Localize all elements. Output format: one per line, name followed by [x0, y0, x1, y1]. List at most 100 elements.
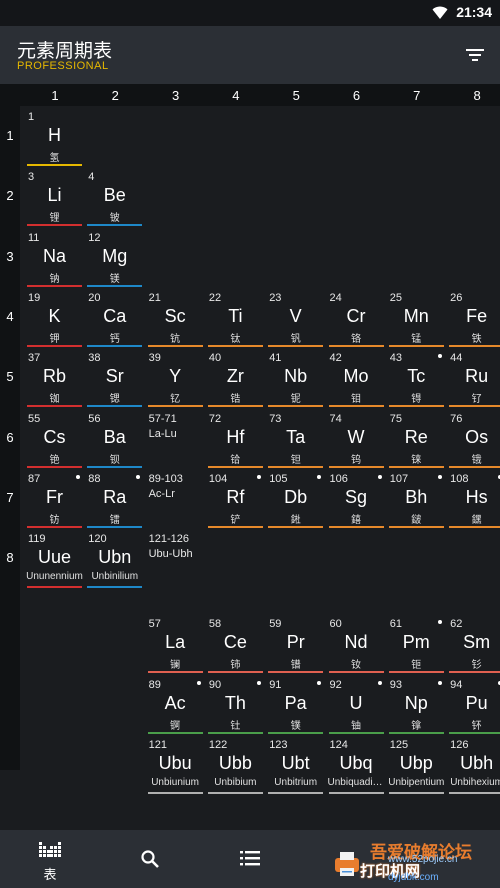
element-cell-cr[interactable]: 24 Cr 铬 — [326, 290, 386, 347]
element-cell-bh[interactable]: 107 Bh 𨨏 — [386, 471, 446, 528]
element-cell-cs[interactable]: 55 Cs 铯 — [25, 411, 84, 468]
element-cell-pm[interactable]: 61 Pm 钷 — [386, 617, 446, 674]
element-cell-u[interactable]: 92 U 铀 — [326, 677, 386, 734]
series-range-cell[interactable]: 89-103 Ac-Lr — [146, 472, 205, 528]
element-cell-hs[interactable]: 108 Hs 𨭆 — [447, 471, 500, 528]
element-cell-nb[interactable]: 41 Nb 铌 — [266, 351, 326, 408]
element-cell-y[interactable]: 39 Y 钇 — [145, 351, 205, 408]
category-bar — [27, 284, 82, 287]
filter-icon[interactable] — [464, 44, 486, 66]
element-cell-hf[interactable]: 72 Hf 铪 — [205, 411, 265, 468]
element-cell-db[interactable]: 105 Db 𨧀 — [266, 471, 326, 528]
element-symbol: Ta — [286, 426, 306, 447]
element-symbol: Rb — [42, 366, 66, 387]
element-cell-sc[interactable]: 21 Sc 钪 — [145, 290, 205, 347]
category-bar — [27, 164, 82, 166]
element-symbol: Cs — [43, 426, 66, 447]
element-cell-ac[interactable]: 89 Ac 锕 — [145, 677, 205, 734]
element-cell-sr[interactable]: 38 Sr 锶 — [85, 351, 145, 408]
element-name: 钷 — [411, 660, 422, 672]
atomic-number: 57 — [148, 618, 161, 631]
element-symbol: Cr — [346, 305, 366, 326]
element-name: 镁 — [109, 273, 120, 285]
element-cell-w[interactable]: 74 W 钨 — [326, 411, 386, 468]
element-cell-ta[interactable]: 73 Ta 钽 — [266, 411, 326, 468]
element-cell-mn[interactable]: 25 Mn 锰 — [386, 290, 446, 347]
element-cell-nd[interactable]: 60 Nd 钕 — [326, 617, 386, 674]
element-cell-ubb[interactable]: 122 Ubb Unbibium — [205, 738, 265, 794]
element-cell-os[interactable]: 76 Os 锇 — [447, 411, 500, 468]
element-cell-fr[interactable]: 87 Fr 钫 — [25, 471, 84, 528]
element-cell-ubh[interactable]: 126 Ubh Unbihexium — [447, 738, 500, 794]
element-symbol: Db — [284, 486, 308, 507]
element-cell-ubp[interactable]: 125 Ubp Unbipentium — [386, 738, 446, 794]
element-cell-ubn[interactable]: 120 Ubn Unbinilium — [85, 532, 145, 589]
element-name: 钾 — [49, 333, 60, 345]
element-cell-v[interactable]: 23 V 钒 — [266, 290, 326, 347]
element-cell-ra[interactable]: 88 Ra 镭 — [85, 471, 145, 528]
element-symbol: Sm — [463, 632, 491, 653]
element-cell-sm[interactable]: 62 Sm 钐 — [447, 617, 500, 674]
element-cell-ubu[interactable]: 121 Ubu Unbiunium — [145, 738, 205, 794]
series-range-cell[interactable]: 57-71 La-Lu — [146, 412, 205, 468]
nav-table-label: 表 — [43, 868, 57, 883]
element-cell-np[interactable]: 93 Np 镎 — [386, 677, 446, 734]
element-cell-h[interactable]: 1 H氢 — [25, 110, 84, 166]
element-cell-ca[interactable]: 20 Ca 钙 — [85, 290, 145, 347]
periodic-table[interactable]: 12345678 12345678 1 H 氢 3 Li 锂 4 Be 铍 11 Na 钠 12 Mg 镁 1… — [0, 84, 500, 830]
element-symbol: Uue — [37, 547, 72, 568]
element-cell-uue[interactable]: 119 Uue Ununennium — [25, 532, 84, 589]
element-symbol: Be — [103, 185, 126, 206]
element-cell-rf[interactable]: 104 Rf 铲 — [205, 471, 265, 528]
element-cell-ba[interactable]: 56 Ba 钡 — [85, 411, 145, 468]
element-cell-ubt[interactable]: 123 Ubt Unbitrium — [266, 738, 326, 794]
element-cell-pa[interactable]: 91 Pa 镤 — [266, 677, 326, 734]
element-cell-mg[interactable]: 12 Mg 镁 — [85, 230, 145, 287]
element-name: 钕 — [351, 660, 361, 672]
series-range-cell[interactable]: 121-126 Ubu-Ubh — [146, 532, 205, 588]
element-cell-th[interactable]: 90 Th 钍 — [205, 677, 265, 734]
nav-search-tab[interactable] — [100, 830, 200, 888]
element-cell-sg[interactable]: 106 Sg 𨭎 — [326, 471, 386, 528]
radioactive-dot — [437, 680, 442, 685]
element-cell-la[interactable]: 57 La 镧 — [145, 617, 205, 674]
element-name: 钛 — [230, 333, 241, 345]
atomic-number: 22 — [208, 291, 222, 304]
element-cell-li[interactable]: 3 Li 锂 — [25, 170, 84, 227]
group-number: 8 — [473, 88, 481, 103]
atomic-number: 104 — [208, 472, 228, 485]
element-cell-mo[interactable]: 42 Mo 钼 — [326, 351, 386, 408]
element-cell-be[interactable]: 4 Be 铍 — [85, 170, 145, 227]
nav-table-tab[interactable]: 表 — [0, 830, 100, 888]
element-cell-ubq[interactable]: 124 Ubq Unbiquadium — [326, 738, 386, 794]
element-cell-pu[interactable]: 94 Pu 钚 — [447, 677, 500, 734]
element-cell-zr[interactable]: 40 Zr 锆 — [205, 351, 265, 408]
element-cell-ce[interactable]: 58 Ce 铈 — [205, 617, 265, 674]
element-cell-tc[interactable]: 43 Tc 锝 — [386, 351, 446, 408]
category-bar — [328, 525, 384, 528]
element-symbol: Os — [465, 426, 489, 447]
element-symbol: Pa — [284, 692, 307, 713]
element-name: 钐 — [471, 660, 482, 672]
element-name: 𨭎 — [351, 514, 361, 526]
element-symbol: H — [48, 125, 61, 145]
nav-list-tab[interactable] — [200, 830, 300, 888]
element-cell-pr[interactable]: 59 Pr 镨 — [266, 617, 326, 674]
app-subtitle: PROFESSIONAL — [17, 60, 109, 72]
element-cell-rb[interactable]: 37 Rb 铷 — [25, 351, 84, 408]
element-cell-na[interactable]: 11 Na 钠 — [25, 230, 84, 287]
element-cell-ru[interactable]: 44 Ru 钌 — [447, 351, 500, 408]
element-cell-re[interactable]: 75 Re 铼 — [386, 411, 446, 468]
element-cell-k[interactable]: 19 K 钾 — [25, 290, 84, 347]
element-symbol: Sg — [344, 486, 368, 507]
element-cell-ti[interactable]: 22 Ti 钛 — [205, 290, 265, 347]
category-bar — [87, 405, 143, 408]
element-cell-fe[interactable]: 26 Fe 铁 — [447, 290, 500, 347]
category-bar — [87, 525, 143, 528]
category-bar — [207, 344, 263, 347]
category-bar — [388, 465, 444, 468]
radioactive-dot — [196, 680, 201, 685]
atomic-number: 60 — [329, 618, 342, 631]
category-bar — [27, 405, 82, 408]
atomic-number: 4 — [88, 171, 95, 184]
